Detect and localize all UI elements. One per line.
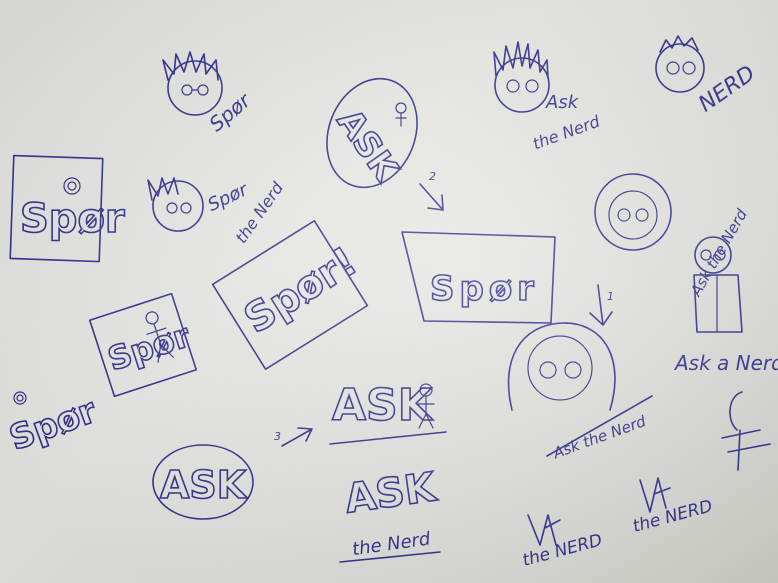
ask-the-nerd-top-line2: the Nerd bbox=[530, 111, 603, 153]
arrow-2-number: 2 bbox=[429, 170, 436, 183]
spor-box-text: Spør bbox=[20, 196, 125, 242]
spor-top-right-box-sketch: Spør bbox=[401, 231, 556, 324]
right-edge-scribble bbox=[721, 391, 771, 471]
spor-stick-sketch: Spør bbox=[88, 292, 198, 398]
ask-the-nerd-head-sketch: Ask the Nerd bbox=[493, 41, 603, 153]
ask-a-nerd-text: Ask a Nerd bbox=[673, 351, 778, 375]
spor-stick-text: Spør bbox=[103, 316, 195, 378]
nerd-head-top-right-sketch: NERD bbox=[655, 35, 760, 117]
spor-small-text: Spør bbox=[204, 87, 256, 136]
ask-the-nerd-bottom-sketch: ASK the Nerd bbox=[339, 463, 441, 563]
sketch-paper-photo: Spør Spør the Nerd Spør Spør! Spør Spør … bbox=[0, 0, 778, 583]
the-nerd-scribble-1: the NERD bbox=[520, 514, 604, 571]
ask-stick-text: ASK bbox=[332, 380, 434, 431]
spor-bottom-left-sketch: Spør bbox=[3, 390, 102, 460]
ask-the-nerd-portrait-text: Ask the Nerd bbox=[550, 412, 649, 463]
ask-oval-top-sketch: ASK bbox=[326, 77, 418, 190]
ask-oval-bottom-text: ASK bbox=[160, 463, 248, 507]
arrow-3-number: 3 bbox=[274, 430, 281, 443]
ask-the-nerd-portrait-sketch: Ask the Nerd bbox=[507, 322, 653, 463]
the-nerd-scribble-1-text: the NERD bbox=[520, 530, 604, 570]
the-nerd-scribble-2: the NERD bbox=[631, 477, 715, 537]
ask-the-nerd-circle-text: Ask the Nerd bbox=[686, 206, 751, 300]
ask-the-nerd-bottom-line1: ASK bbox=[342, 464, 440, 522]
spor-the-nerd-line1: Spør bbox=[205, 179, 253, 216]
spor-box-center-text: Spør bbox=[430, 269, 539, 309]
ask-oval-top-text: ASK bbox=[329, 102, 407, 189]
spor-tilted-text: Spør! bbox=[236, 239, 365, 343]
ask-the-nerd-circle-sketch: Ask the Nerd bbox=[594, 173, 751, 300]
arrow-1-number: 1 bbox=[607, 290, 614, 303]
arrow-2-sketch: 2 bbox=[419, 170, 444, 211]
ask-oval-bottom-sketch: ASK bbox=[152, 444, 254, 520]
logo-sketches: Spør Spør the Nerd Spør Spør! Spør Spør … bbox=[3, 35, 778, 571]
ask-the-nerd-bottom-line2: the Nerd bbox=[351, 528, 432, 560]
arrow-3-sketch: 3 bbox=[274, 427, 313, 447]
nerd-head-sketch-1: Spør bbox=[162, 51, 256, 136]
ask-stick-sketch: ASK bbox=[329, 379, 447, 445]
ask-the-nerd-top-line1: Ask bbox=[545, 92, 580, 113]
spor-box-sketch: Spør bbox=[9, 154, 126, 263]
the-nerd-scribble-2-text: the NERD bbox=[631, 496, 715, 536]
spor-the-nerd-sketch: Spør the Nerd bbox=[147, 177, 288, 247]
arrow-1-sketch: 1 bbox=[589, 284, 614, 326]
